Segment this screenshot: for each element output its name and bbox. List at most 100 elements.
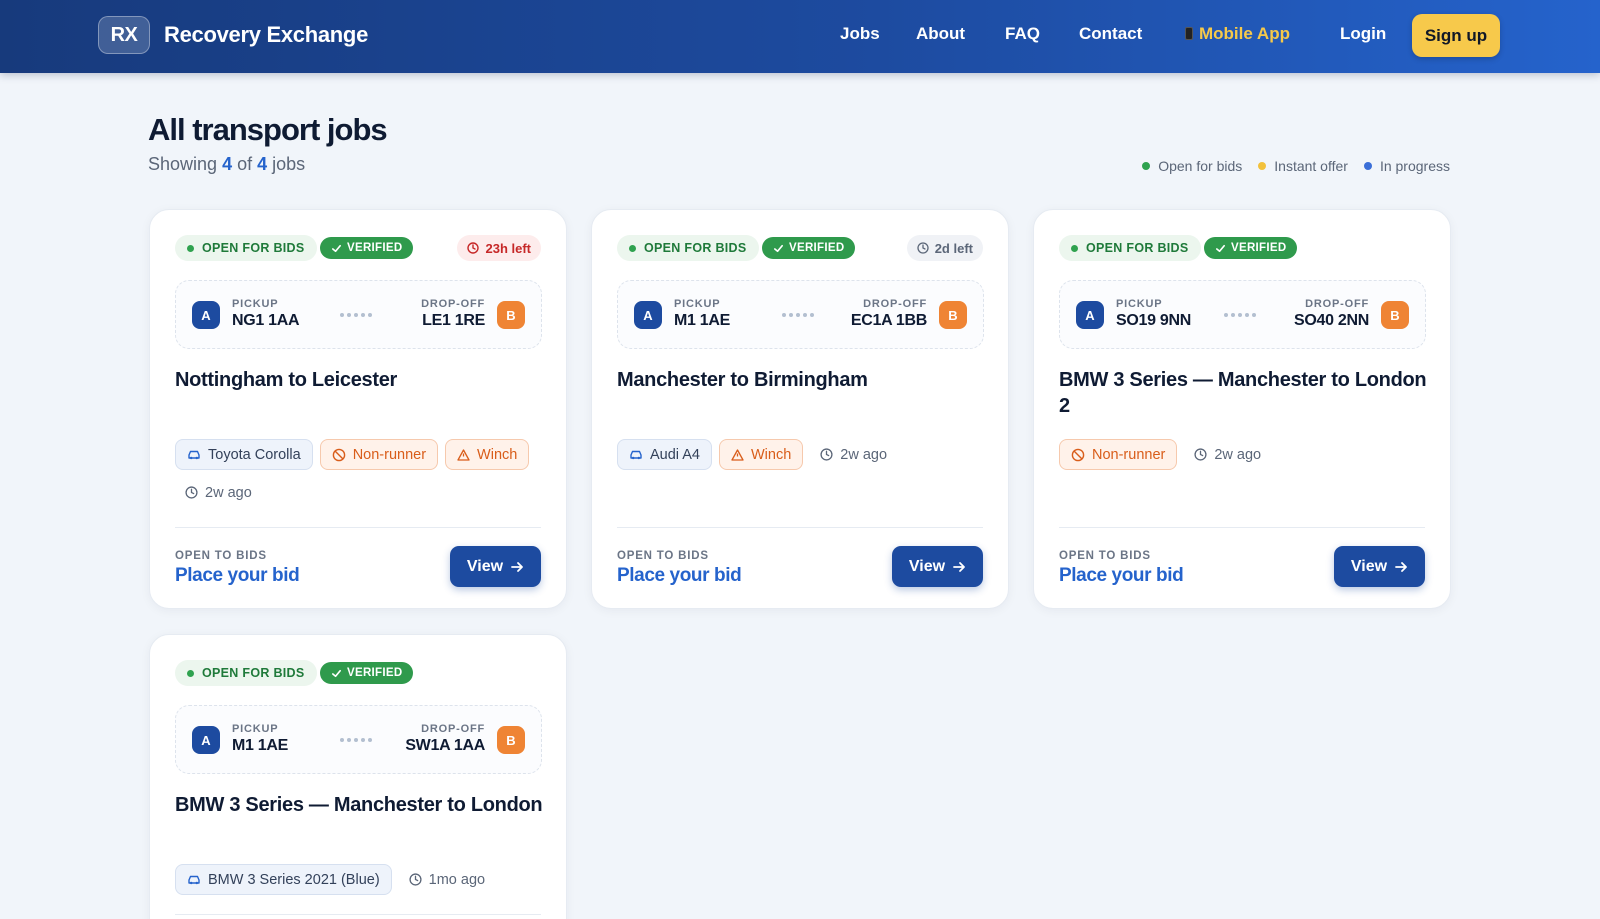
nav-link-jobs[interactable]: Jobs (840, 24, 880, 44)
clock-icon (185, 486, 198, 499)
dropoff-info: DROP-OFF EC1A 1BB (851, 298, 927, 330)
job-card[interactable]: OPEN FOR BIDS VERIFIED A PICKUP M1 1AE D… (149, 634, 567, 919)
prohibited-icon (1071, 448, 1085, 461)
badge-label: VERIFIED (789, 242, 845, 254)
job-card[interactable]: OPEN FOR BIDS VERIFIED 2d left A PICKUP … (591, 209, 1009, 609)
pickup-info: PICKUP M1 1AE (674, 298, 730, 330)
badge-label: VERIFIED (347, 667, 403, 679)
dropoff-info: DROP-OFF SW1A 1AA (405, 723, 485, 755)
job-title[interactable]: BMW 3 Series — Manchester to London (175, 792, 545, 818)
place-bid-link[interactable]: Place your bid (175, 565, 300, 587)
job-title[interactable]: Manchester to Birmingham (617, 367, 987, 393)
legend-label: Open for bids (1158, 158, 1243, 174)
total-count: 4 (257, 154, 268, 174)
status-row: OPEN FOR BIDS VERIFIED (175, 660, 541, 686)
card-divider (175, 527, 541, 528)
pickup-label: PICKUP (674, 298, 721, 310)
open-for-bids-badge: OPEN FOR BIDS (1059, 235, 1201, 261)
car-icon (188, 875, 200, 885)
phone-icon (1185, 26, 1193, 40)
pickup-marker: A (192, 301, 220, 329)
status-row: OPEN FOR BIDS VERIFIED (1059, 235, 1425, 261)
posted-age: 1mo ago (399, 864, 495, 895)
route-dots (782, 313, 814, 317)
open-for-bids-badge: OPEN FOR BIDS (617, 235, 759, 261)
clock-icon (409, 873, 422, 886)
car-icon (188, 450, 200, 460)
shown-count: 4 (222, 154, 233, 174)
open-for-bids-badge: OPEN FOR BIDS (175, 660, 317, 686)
check-icon (332, 244, 341, 252)
job-title[interactable]: BMW 3 Series — Manchester to London 2 (1059, 367, 1429, 419)
view-button[interactable]: View (1334, 546, 1425, 587)
showing-prefix: Showing (148, 154, 218, 174)
job-tags: BMW 3 Series 2021 (Blue) 1mo ago (175, 864, 545, 895)
pickup-info: PICKUP SO19 9NN (1116, 298, 1191, 330)
age-label: 1mo ago (428, 871, 486, 888)
job-card[interactable]: OPEN FOR BIDS VERIFIED A PICKUP SO19 9NN… (1033, 209, 1451, 609)
view-label: View (1350, 557, 1388, 575)
car-icon (630, 450, 642, 460)
vehicle-tag: Audi A4 (617, 439, 712, 470)
card-divider (175, 914, 541, 915)
place-bid-link[interactable]: Place your bid (617, 565, 742, 587)
tag-label: Winch (477, 446, 518, 463)
nav-links: Jobs About FAQ Contact Mobile App Login (0, 0, 1600, 73)
route-dots (340, 313, 372, 317)
nav-link-mobile-app[interactable]: Mobile App (1185, 24, 1290, 44)
tag-label: Non-runner (1092, 446, 1166, 463)
signup-button[interactable]: Sign up (1412, 14, 1500, 57)
time-left-text: 23h left (485, 240, 531, 256)
check-icon (1216, 244, 1225, 252)
route-box: A PICKUP SO19 9NN DROP-OFF SO40 2NN B (1059, 280, 1426, 349)
tag-label: Winch (751, 446, 792, 463)
clock-icon (1194, 448, 1207, 461)
legend-in-progress: In progress (1363, 158, 1450, 174)
place-bid-link[interactable]: Place your bid (1059, 565, 1184, 587)
top-navbar: RX Recovery Exchange Jobs About FAQ Cont… (0, 0, 1600, 73)
prohibited-icon (332, 448, 345, 461)
open-to-bids-label: OPEN TO BIDS (175, 550, 267, 562)
nav-link-faq[interactable]: FAQ (1005, 24, 1040, 44)
route-box: A PICKUP M1 1AE DROP-OFF EC1A 1BB B (617, 280, 984, 349)
warning-icon (731, 448, 744, 461)
legend-dot-instant (1258, 162, 1267, 170)
vehicle-label: Toyota Corolla (208, 446, 301, 463)
page-title: All transport jobs (148, 112, 388, 147)
dropoff-info: DROP-OFF LE1 1RE (421, 298, 485, 330)
arrow-right-icon (511, 561, 523, 572)
badge-label: OPEN FOR BIDS (644, 241, 747, 255)
legend-label: Instant offer (1274, 158, 1348, 174)
route-box: A PICKUP NG1 1AA DROP-OFF LE1 1RE B (175, 280, 542, 349)
tag-label: Non-runner (352, 446, 427, 463)
dropoff-label: DROP-OFF (863, 298, 927, 310)
badge-label: OPEN FOR BIDS (1086, 241, 1189, 255)
badge-label: OPEN FOR BIDS (202, 241, 305, 255)
pickup-postcode: M1 1AE (232, 737, 288, 754)
posted-age: 2w ago (175, 477, 262, 508)
login-link[interactable]: Login (1340, 24, 1386, 44)
nav-link-contact[interactable]: Contact (1079, 24, 1142, 44)
status-row: OPEN FOR BIDS VERIFIED 2d left (617, 235, 983, 261)
clock-icon (917, 242, 929, 254)
posted-age: 2w ago (1184, 439, 1271, 470)
view-button[interactable]: View (892, 546, 983, 587)
open-to-bids-label: OPEN TO BIDS (1059, 550, 1151, 562)
legend-instant-offer: Instant offer (1258, 158, 1348, 174)
status-legend: Open for bids Instant offer In progress (1142, 158, 1450, 174)
view-button[interactable]: View (450, 546, 541, 587)
dropoff-marker: B (497, 301, 525, 329)
open-for-bids-badge: OPEN FOR BIDS (175, 235, 317, 261)
nav-link-about[interactable]: About (916, 24, 965, 44)
job-card[interactable]: OPEN FOR BIDS VERIFIED 23h left A PICKUP… (149, 209, 567, 609)
pickup-postcode: SO19 9NN (1116, 312, 1191, 329)
arrow-right-icon (953, 561, 965, 572)
job-title[interactable]: Nottingham to Leicester (175, 367, 545, 393)
time-left-badge: 23h left (457, 235, 541, 261)
pickup-marker: A (192, 726, 220, 754)
dropoff-label: DROP-OFF (1305, 298, 1369, 310)
job-tags: Non-runner 2w ago (1059, 439, 1429, 470)
winch-tag: Winch (445, 439, 530, 470)
dropoff-postcode: LE1 1RE (422, 312, 485, 329)
winch-tag: Winch (719, 439, 804, 470)
